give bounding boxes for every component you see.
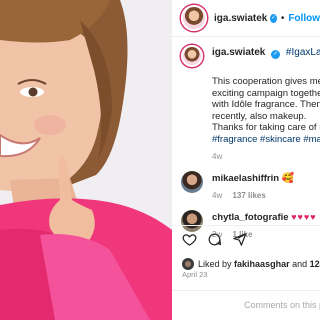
comment-timestamp: 4w	[212, 191, 223, 200]
post-photo[interactable]	[0, 0, 172, 320]
like-count[interactable]: 124,54	[310, 259, 320, 269]
liked-by-and: and	[292, 259, 308, 269]
liker-avatar[interactable]	[182, 258, 194, 270]
author-username[interactable]: iga.swiatek	[214, 13, 267, 24]
comment-text: 🥰	[281, 173, 295, 184]
follow-button[interactable]: Follow	[288, 13, 320, 24]
commenter-username[interactable]: mikaelashiffrin	[212, 173, 279, 184]
caption-timestamp: 4w	[212, 152, 223, 161]
caption-line: Thanks for taking care of me	[212, 122, 320, 133]
divider	[172, 290, 320, 291]
comment-likes[interactable]: 137 likes	[232, 191, 265, 200]
caption-text: This cooperation gives me a lo exciting …	[212, 76, 320, 145]
caption-hashtag-link[interactable]: #IgaxLancome	[286, 47, 320, 58]
post-panel: iga.swiatek ✓ • Follow iga.swiatek ✓ #Ig…	[172, 0, 320, 320]
liked-by-summary: Liked by fakihaasghar and 124,54	[182, 258, 320, 270]
caption-hashtags[interactable]: #fragrance #skincare #makeu	[212, 134, 320, 146]
comment-text: ♥♥♥♥	[291, 212, 317, 222]
verified-badge-icon: ✓	[270, 13, 277, 23]
verified-badge-icon: ✓	[271, 50, 281, 59]
liker-username[interactable]: fakihaasghar	[234, 259, 290, 269]
caption-username[interactable]: iga.swiatek	[212, 47, 265, 58]
author-avatar[interactable]	[181, 5, 207, 31]
caption-line: with Idôle fragrance. Then car	[212, 99, 320, 110]
post-photo-illustration	[0, 0, 172, 320]
commenter-avatar[interactable]	[181, 171, 203, 193]
caption-header: iga.swiatek ✓ #IgaxLancome	[172, 37, 320, 67]
divider	[172, 225, 320, 226]
comments-status: Comments on this post	[244, 300, 320, 310]
comment-icon[interactable]	[207, 232, 222, 247]
commenter-username[interactable]: chytla_fotografie	[212, 212, 289, 223]
caption-line: recently, also makeup.	[212, 110, 307, 122]
heart-icon[interactable]	[182, 232, 197, 247]
action-bar	[182, 232, 247, 247]
caption-line: exciting campaign together :)	[212, 87, 320, 99]
separator-dot: •	[280, 12, 285, 24]
share-icon[interactable]	[232, 232, 247, 247]
comment-item: mikaelashiffrin 🥰 4w 137 likes	[172, 171, 320, 200]
caption-line: This cooperation gives me a lo	[212, 76, 320, 87]
post-date: April 23	[182, 270, 208, 279]
caption-avatar[interactable]	[181, 45, 203, 67]
commenter-avatar[interactable]	[181, 210, 203, 232]
post-header: iga.swiatek ✓ • Follow	[172, 0, 320, 37]
liked-by-prefix: Liked by	[198, 259, 232, 269]
